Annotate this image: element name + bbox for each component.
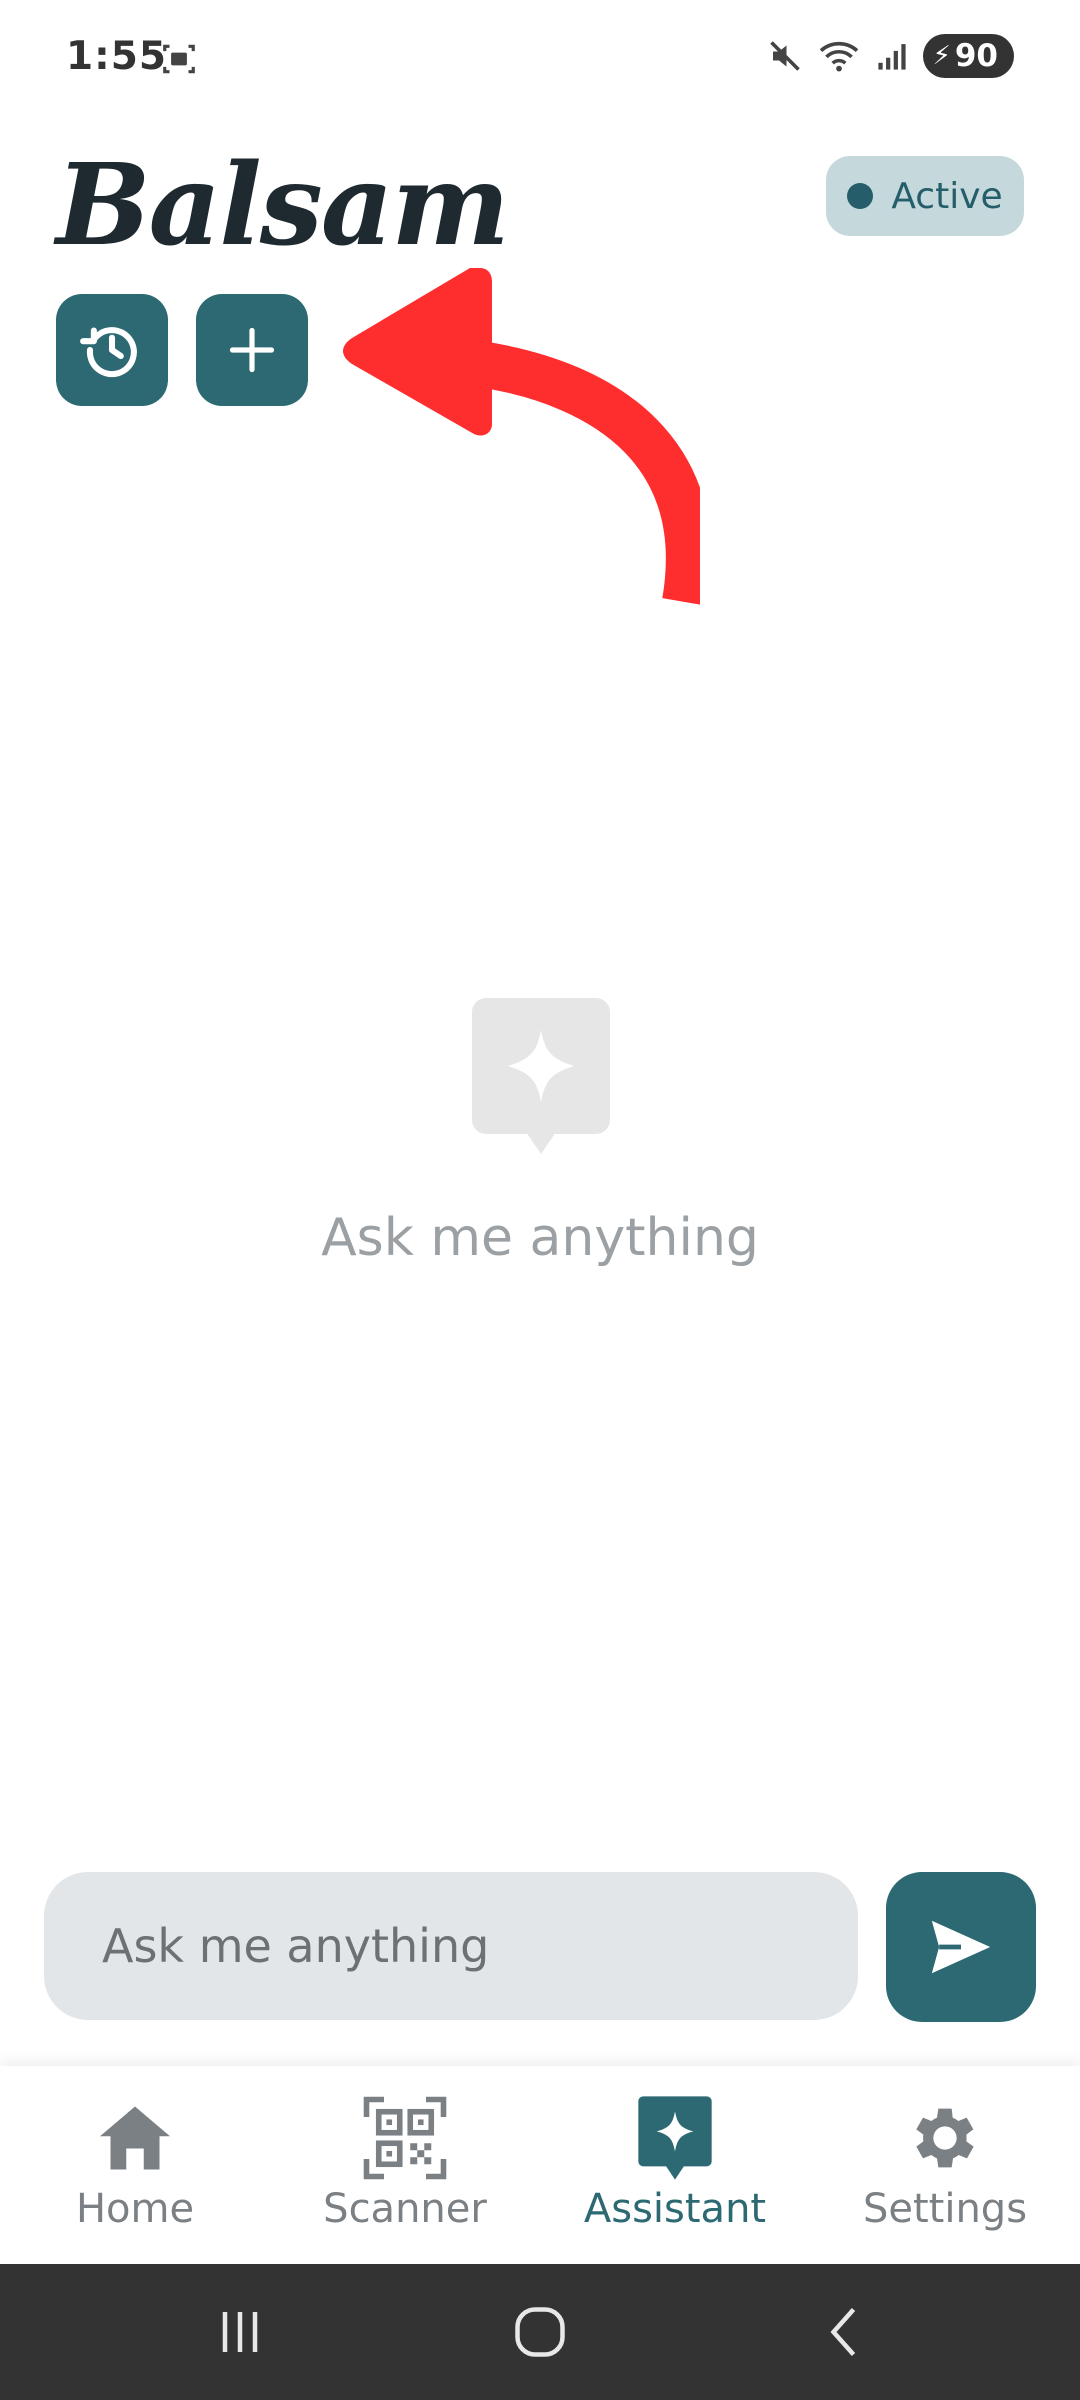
wifi-icon: [819, 41, 858, 72]
home-circle-icon[interactable]: [510, 2302, 570, 2362]
nav-item-home[interactable]: Home: [0, 2066, 270, 2264]
recent-apps-icon[interactable]: [210, 2302, 270, 2362]
nav-label-home: Home: [75, 2186, 195, 2232]
assistant-sparkle-icon: [472, 998, 610, 1154]
empty-state-message: Ask me anything: [321, 1208, 759, 1268]
nav-item-assistant[interactable]: Assistant: [540, 2066, 810, 2264]
screenshot-icon: [163, 44, 195, 74]
status-dot: [847, 183, 874, 209]
chat-input[interactable]: [44, 1872, 858, 2020]
history-icon: [80, 327, 137, 378]
nav-label-scanner: Scanner: [323, 2186, 487, 2232]
status-icons: ⚡ 90: [767, 34, 1014, 78]
battery-indicator: ⚡ 90: [922, 34, 1014, 78]
system-navigation-bar: [0, 2264, 1080, 2400]
nav-label-settings: Settings: [862, 2186, 1028, 2232]
status-label: Active: [891, 175, 1003, 217]
signal-icon: [877, 44, 906, 70]
charging-icon: ⚡: [932, 41, 951, 71]
battery-level: 90: [954, 38, 998, 74]
assistant-sparkle-icon: [633, 2096, 717, 2180]
home-icon: [93, 2096, 177, 2180]
new-chat-button[interactable]: [196, 294, 308, 406]
send-button[interactable]: [886, 1872, 1036, 2022]
bottom-navigation: Home Scanner Assistant Settings: [0, 2066, 1080, 2264]
app-title: Balsam: [56, 140, 510, 271]
nav-item-scanner[interactable]: Scanner: [270, 2066, 540, 2264]
status-bar: 1:55 ⚡ 90: [0, 0, 1080, 120]
send-icon: [931, 1920, 991, 1974]
nav-item-settings[interactable]: Settings: [810, 2066, 1080, 2264]
nav-label-assistant: Assistant: [583, 2186, 767, 2232]
back-icon[interactable]: [816, 2302, 876, 2362]
gear-icon: [903, 2096, 987, 2180]
history-button[interactable]: [56, 294, 168, 406]
status-badge[interactable]: Active: [826, 156, 1024, 236]
plus-icon: [229, 327, 275, 373]
annotation-arrow-icon: [343, 268, 700, 605]
status-time: 1:55: [66, 34, 168, 79]
mute-icon: [769, 41, 800, 71]
qr-code-icon: [363, 2096, 447, 2180]
